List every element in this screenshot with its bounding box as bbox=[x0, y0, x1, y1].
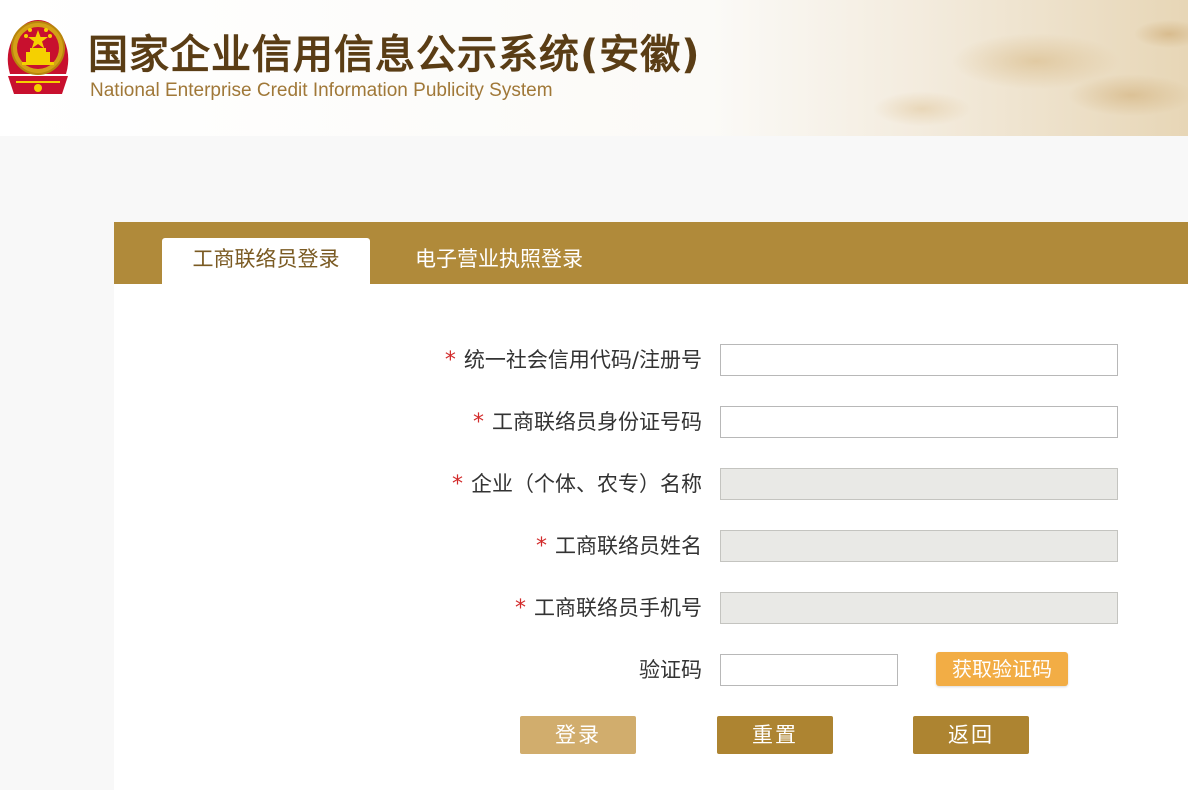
form-row-enterprise-name: * 企业（个体、农专）名称 bbox=[114, 468, 1188, 500]
credit-code-input[interactable] bbox=[720, 344, 1118, 376]
reset-button[interactable]: 重置 bbox=[717, 716, 833, 754]
credit-code-label: * 统一社会信用代码/注册号 bbox=[444, 348, 702, 373]
captcha-label: 验证码 bbox=[639, 658, 702, 682]
site-header: 国家企业信用信息公示系统(安徽) National Enterprise Cre… bbox=[0, 0, 1188, 136]
required-mark: * bbox=[515, 596, 526, 621]
liaison-phone-input bbox=[720, 592, 1118, 624]
form-row-id-number: * 工商联络员身份证号码 bbox=[114, 406, 1188, 438]
back-button[interactable]: 返回 bbox=[913, 716, 1029, 754]
required-mark: * bbox=[473, 410, 484, 435]
liaison-name-label: * 工商联络员姓名 bbox=[536, 534, 702, 559]
get-captcha-button[interactable]: 获取验证码 bbox=[936, 652, 1068, 686]
enterprise-name-label: * 企业（个体、农专）名称 bbox=[452, 472, 702, 497]
header-scenery-image bbox=[808, 0, 1188, 136]
form-row-liaison-name: * 工商联络员姓名 bbox=[114, 530, 1188, 562]
captcha-input[interactable] bbox=[720, 654, 898, 686]
enterprise-name-input bbox=[720, 468, 1118, 500]
form-row-captcha: 验证码 获取验证码 bbox=[114, 652, 1188, 686]
required-mark: * bbox=[536, 534, 547, 559]
form-row-credit-code: * 统一社会信用代码/注册号 bbox=[114, 344, 1188, 376]
required-mark: * bbox=[444, 348, 456, 373]
tab-bar: 工商联络员登录 电子营业执照登录 bbox=[114, 222, 1188, 284]
tab-liaison-login[interactable]: 工商联络员登录 bbox=[162, 238, 370, 284]
id-number-label: * 工商联络员身份证号码 bbox=[473, 410, 702, 435]
tab-e-license-login[interactable]: 电子营业执照登录 bbox=[394, 238, 604, 284]
id-number-input[interactable] bbox=[720, 406, 1118, 438]
required-mark: * bbox=[452, 472, 463, 497]
login-button[interactable]: 登录 bbox=[520, 716, 636, 754]
site-title: 国家企业信用信息公示系统(安徽) bbox=[88, 32, 701, 78]
liaison-phone-label: * 工商联络员手机号 bbox=[515, 596, 702, 621]
site-subtitle: National Enterprise Credit Information P… bbox=[90, 80, 553, 101]
liaison-name-input bbox=[720, 530, 1118, 562]
national-emblem-icon bbox=[7, 20, 69, 94]
login-panel: 工商联络员登录 电子营业执照登录 * 统一社会信用代码/注册号 * 工商联络员身份证… bbox=[114, 222, 1188, 790]
form-row-liaison-phone: * 工商联络员手机号 bbox=[114, 592, 1188, 624]
